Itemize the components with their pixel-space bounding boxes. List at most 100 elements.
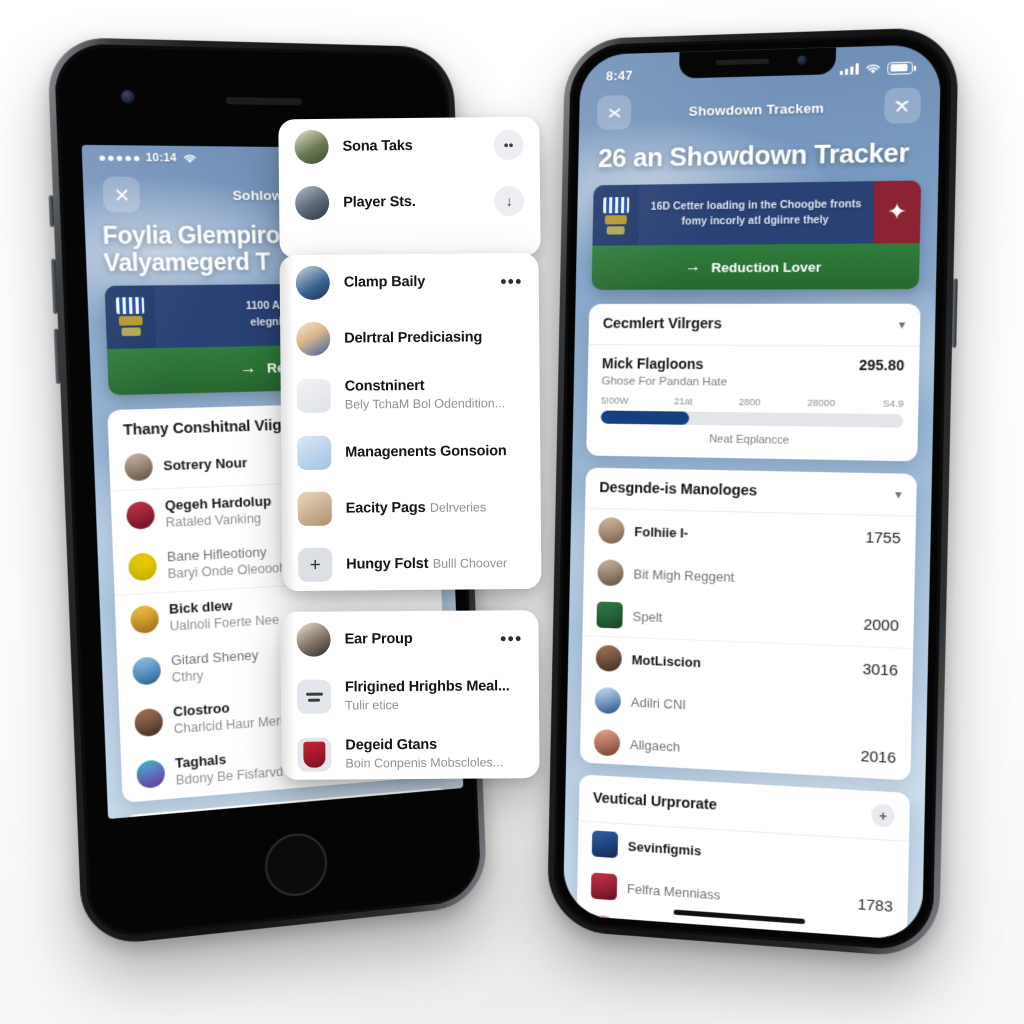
current-wagers-card: Cecmlert Vilrgers ▾ Mick Flagloons 295.8… <box>586 303 921 462</box>
left-phone-home-button[interactable] <box>263 830 329 899</box>
right-banner-line-2: fomy incorly atl dgiinre thely <box>681 213 829 228</box>
list-item-sub: Delrveries <box>429 500 487 515</box>
battery-icon <box>887 61 914 75</box>
avatar <box>124 452 154 481</box>
list-lines-icon <box>296 679 332 714</box>
avatar <box>597 559 624 587</box>
row-name: Allgaech <box>629 736 681 755</box>
avatar <box>591 830 619 859</box>
list-item[interactable]: Flrigined Hrighbs Meal... Tulir etice <box>281 666 539 726</box>
list-item-sub: Bulll Choover <box>432 556 508 571</box>
plus-icon[interactable]: + <box>871 803 895 828</box>
more-horizontal-icon[interactable]: ••• <box>500 629 522 648</box>
list-item[interactable]: Degeid Gtans Boin Conpenis Mobscloles... <box>281 724 539 780</box>
list-item[interactable]: Sona Taks •• <box>278 117 540 176</box>
minus-icon[interactable]: •• <box>493 129 524 161</box>
right-banner-line-1: 16D Cetter loading in the Choogbe fronts <box>650 197 862 213</box>
list-item[interactable]: Clamp Baily ••• <box>280 253 539 311</box>
card-title: Desgnde-is Manologes <box>599 480 758 500</box>
list-item[interactable]: Eacity Pags Delrveries <box>282 479 541 537</box>
row-value: 2016 <box>860 747 897 767</box>
list-item-sub: Boin Conpenis Mobscloles... <box>345 755 504 771</box>
list-item-title: Managenents Gonsoion <box>345 443 507 461</box>
right-phone-power-button[interactable] <box>951 278 958 348</box>
avatar <box>295 265 330 300</box>
download-icon[interactable]: ↓ <box>493 185 525 217</box>
close-icon[interactable] <box>596 94 632 131</box>
chevron-down-icon[interactable]: ▾ <box>895 487 902 502</box>
row-name: Spelt <box>632 608 663 625</box>
right-banner-cta-button[interactable]: → Reduction Lover <box>591 243 920 290</box>
cellular-icon <box>839 63 859 76</box>
list-item-title: Hungy Folst <box>346 555 429 573</box>
row-name: MotLiscion <box>631 651 701 670</box>
left-phone-earpiece <box>225 96 303 106</box>
avatar <box>136 759 166 789</box>
left-team-crest-icon <box>104 284 157 349</box>
matchups-card: Desgnde-is Manologes ▾ Folhiie I- 1755 B… <box>579 467 917 781</box>
left-card-title: Thany Conshitnal Viig <box>122 417 282 439</box>
tick-label: 2800 <box>738 396 761 409</box>
list-item-sub: Baryi Onde Oleooohi <box>167 559 290 581</box>
arrow-right-icon: → <box>684 258 702 276</box>
list-item[interactable]: Delrtral Prediciasing <box>280 309 539 367</box>
list-item[interactable]: Managenents Gonsoion <box>281 423 540 481</box>
list-item-sub: Cthry <box>171 667 204 685</box>
list-item-title: Delrtral Prediciasing <box>344 329 483 347</box>
right-promo-banner[interactable]: 16D Cetter loading in the Choogbe fronts… <box>591 180 922 290</box>
more-horizontal-icon[interactable]: ••• <box>500 272 523 291</box>
star-icon: ✦ <box>872 180 922 244</box>
right-phone-screen: 8:47 Showdown Trackem 26 an Showdown Tra… <box>562 44 942 941</box>
progress-note: Neat Eqplancce <box>708 433 790 447</box>
avatar <box>130 604 160 634</box>
avatar <box>126 501 156 530</box>
list-item-sub: Ualnoli Foerte Nee <box>169 612 280 634</box>
avatar <box>590 914 617 941</box>
list-item[interactable]: + Hungy Folst Bulll Choover <box>282 535 541 591</box>
tools-icon[interactable] <box>883 87 921 124</box>
right-banner-text: 16D Cetter loading in the Choogbe fronts… <box>638 181 874 245</box>
list-item-title: Ear Proup <box>344 630 413 648</box>
left-phone-mute-switch[interactable] <box>48 195 55 228</box>
tick-label: 21at <box>673 396 693 408</box>
chevron-down-icon[interactable]: ▾ <box>899 317 906 332</box>
list-item[interactable]: Player Sts. ↓ <box>279 173 541 232</box>
avatar <box>297 435 332 470</box>
row-value: 1755 <box>865 528 901 548</box>
plus-icon[interactable]: + <box>414 795 437 820</box>
avatar <box>132 656 162 686</box>
row-name: Pontaologeh <box>625 922 700 941</box>
list-item-title: Constninert <box>344 377 425 395</box>
list-item[interactable]: Constninert Bely TchaM Bol Odendition... <box>281 365 540 425</box>
avatar <box>296 622 331 657</box>
tick-label: S4.9 <box>882 398 904 411</box>
row-value: 3016 <box>862 660 899 680</box>
left-phone-volume-up[interactable] <box>51 258 58 314</box>
tick-label: 28000 <box>807 397 836 410</box>
sona-taks-floating-card: Sona Taks •• Player Sts. ↓ <box>278 116 541 259</box>
list-item[interactable]: Ear Proup ••• <box>280 610 538 668</box>
list-item-sub: Rataled Vanking <box>165 510 262 530</box>
list-item-title: Flrigined Hrighbs Meal... <box>344 678 510 696</box>
avatar <box>596 601 623 629</box>
left-phone-volume-down[interactable] <box>53 328 61 384</box>
row-value: 2000 <box>863 615 899 635</box>
avatar <box>593 729 621 757</box>
progress-bar <box>600 410 904 428</box>
list-item-title: Player Sts. <box>343 193 416 211</box>
plus-icon[interactable]: + <box>298 547 333 582</box>
avatar <box>595 644 622 673</box>
avatar <box>594 686 622 715</box>
card-header[interactable]: Cecmlert Vilrgers ▾ <box>588 303 921 347</box>
right-nav-title: Showdown Trackem <box>688 99 825 119</box>
list-item-title: Sona Taks <box>342 137 413 155</box>
list-item-title: Eacity Pags <box>345 499 426 517</box>
signal-dots-icon <box>99 155 140 161</box>
avatar <box>294 185 330 221</box>
progress-tick-labels: 5!00W 21at 2800 28000 S4.9 <box>601 396 904 411</box>
stat-subtitle: Ghose For Pandan Hate <box>601 375 728 389</box>
right-phone-notch <box>678 47 837 79</box>
close-icon[interactable] <box>102 176 141 213</box>
wifi-icon <box>865 62 881 73</box>
status-time: 10:14 <box>145 151 178 165</box>
